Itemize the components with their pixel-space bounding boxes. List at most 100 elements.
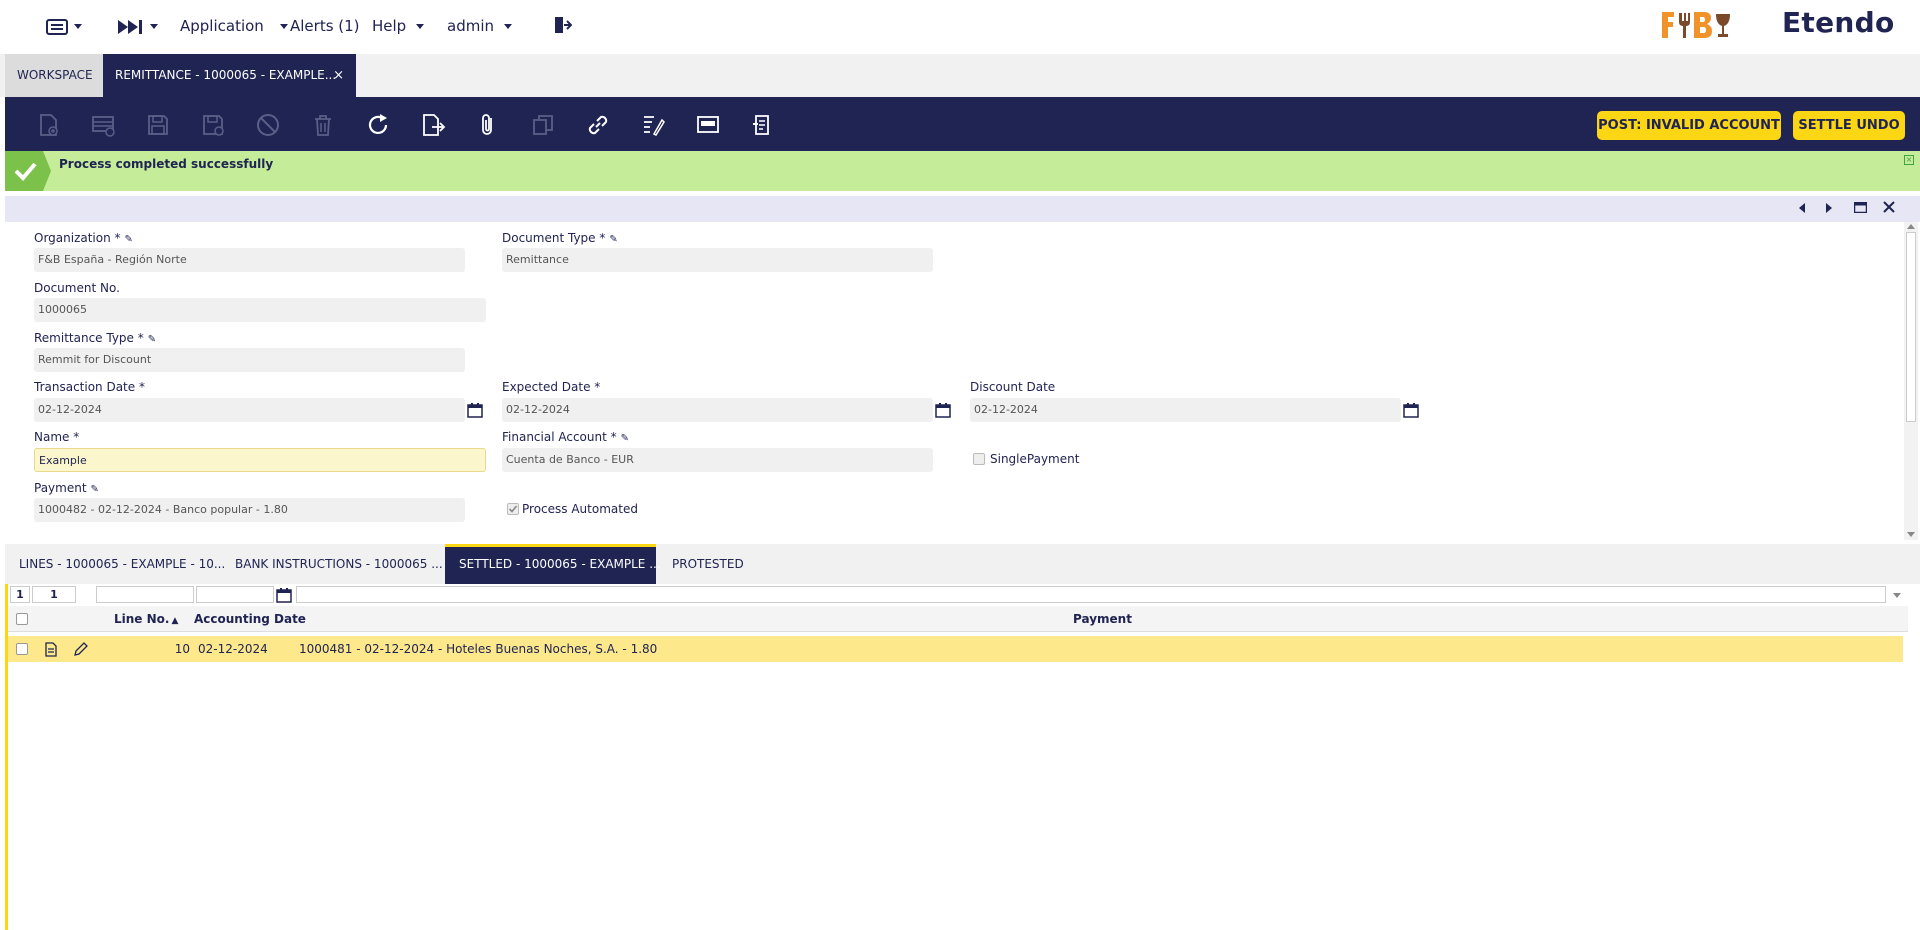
user-menu[interactable]: admin bbox=[447, 17, 512, 35]
maximize-form-button[interactable] bbox=[1852, 201, 1868, 217]
table-row[interactable]: 10 02-12-2024 1000481 - 02-12-2024 - Hot… bbox=[8, 636, 1903, 662]
save-close-button[interactable] bbox=[200, 112, 226, 138]
export-button[interactable] bbox=[420, 112, 446, 138]
process-automated-checkbox[interactable] bbox=[507, 503, 519, 515]
document-type-label: Document Type * ✎ bbox=[502, 231, 618, 245]
document-no-label: Document No. bbox=[34, 281, 120, 295]
new-document-icon bbox=[40, 114, 58, 136]
delete-button[interactable] bbox=[310, 112, 336, 138]
chevron-down-icon bbox=[416, 24, 425, 29]
application-menu[interactable]: Application bbox=[180, 17, 288, 35]
edit-link-icon[interactable]: ✎ bbox=[148, 334, 156, 345]
payment-field[interactable]: 1000482 - 02-12-2024 - Banco popular - 1… bbox=[34, 498, 465, 522]
quick-launch-button[interactable] bbox=[116, 17, 158, 35]
help-menu[interactable]: Help bbox=[372, 17, 425, 35]
alerts-link[interactable]: Alerts (1) bbox=[290, 17, 360, 35]
save-button[interactable] bbox=[145, 112, 171, 138]
refresh-icon bbox=[368, 114, 388, 134]
edit-link-icon[interactable]: ✎ bbox=[621, 433, 629, 444]
remittance-type-field[interactable]: Remmit for Discount bbox=[34, 348, 465, 372]
filter-row: 1 1 bbox=[8, 584, 1920, 604]
accounting-date-filter-input[interactable] bbox=[196, 586, 274, 603]
next-record-button[interactable] bbox=[1821, 201, 1837, 217]
edit-link-icon[interactable]: ✎ bbox=[91, 484, 99, 495]
fast-forward-icon bbox=[118, 19, 142, 34]
row-checkbox[interactable] bbox=[16, 643, 28, 655]
tab-settled[interactable]: SETTLED - 1000065 - EXAMPLE ... bbox=[445, 544, 661, 584]
calendar-icon[interactable] bbox=[467, 402, 483, 418]
subtab-bar: LINES - 1000065 - EXAMPLE - 10... BANK I… bbox=[5, 544, 1920, 584]
financial-account-field[interactable]: Cuenta de Banco - EUR bbox=[502, 448, 933, 472]
print-record-button[interactable] bbox=[750, 112, 776, 138]
edit-icon[interactable] bbox=[73, 642, 88, 657]
new-document-button[interactable] bbox=[35, 112, 61, 138]
clone-button[interactable] bbox=[530, 112, 556, 138]
chevron-down-icon bbox=[504, 24, 512, 29]
settle-undo-button[interactable]: SETTLE UNDO bbox=[1793, 111, 1905, 140]
cancel-icon bbox=[257, 114, 279, 136]
close-message-button[interactable]: × bbox=[1904, 155, 1914, 165]
paperclip-icon bbox=[482, 114, 492, 135]
organization-field[interactable]: F&B España - Región Norte bbox=[34, 248, 465, 272]
chevron-down-icon[interactable] bbox=[1893, 593, 1901, 598]
scroll-up-icon[interactable] bbox=[1907, 224, 1915, 229]
close-tab-button[interactable]: × bbox=[333, 54, 344, 97]
document-type-field[interactable]: Remittance bbox=[502, 248, 933, 272]
calendar-icon[interactable] bbox=[1403, 402, 1419, 418]
cell-line-no: 10 bbox=[174, 642, 190, 656]
logout-icon bbox=[555, 17, 573, 33]
checkmark-icon bbox=[508, 505, 518, 513]
toolbar: POST: INVALID ACCOUNT SETTLE UNDO bbox=[5, 97, 1920, 151]
edit-link-icon[interactable]: ✎ bbox=[125, 234, 133, 245]
save-icon bbox=[148, 115, 168, 135]
save-close-icon bbox=[203, 115, 224, 136]
refresh-button[interactable] bbox=[365, 112, 391, 138]
edit-link-icon[interactable]: ✎ bbox=[609, 234, 617, 245]
attachment-button[interactable] bbox=[475, 112, 501, 138]
undo-button[interactable] bbox=[255, 112, 281, 138]
etendo-logo: Etendo bbox=[1782, 6, 1895, 39]
tab-protested[interactable]: PROTESTED bbox=[658, 544, 758, 584]
payment-filter-input[interactable] bbox=[296, 586, 1886, 603]
open-form-icon[interactable] bbox=[44, 642, 58, 657]
post-invalid-account-button[interactable]: POST: INVALID ACCOUNT bbox=[1597, 111, 1781, 140]
audit-button[interactable] bbox=[640, 112, 666, 138]
audit-icon bbox=[644, 116, 665, 136]
calendar-icon[interactable] bbox=[935, 402, 951, 418]
discount-date-field[interactable]: 02-12-2024 bbox=[970, 398, 1401, 422]
tab-remittance[interactable]: REMITTANCE - 1000065 - EXAMPLE... × bbox=[103, 54, 356, 97]
column-header-line-no[interactable]: Line No. ▲ bbox=[114, 606, 178, 632]
record-count: 1 bbox=[32, 586, 76, 603]
remittance-form: Organization * ✎ F&B España - Región Nort… bbox=[5, 222, 1903, 540]
toggle-view-button[interactable] bbox=[695, 112, 721, 138]
tab-bank-instructions[interactable]: BANK INSTRUCTIONS - 1000065 ... bbox=[221, 544, 443, 584]
calendar-icon[interactable] bbox=[276, 587, 292, 603]
workspace-menu-button[interactable] bbox=[46, 17, 82, 36]
close-form-button[interactable] bbox=[1881, 201, 1897, 217]
column-header-accounting-date[interactable]: Accounting Date bbox=[194, 606, 306, 632]
document-no-field[interactable]: 1000065 bbox=[34, 298, 486, 322]
triangle-left-icon bbox=[1799, 203, 1805, 213]
scroll-down-icon[interactable] bbox=[1907, 532, 1915, 537]
message-text: Process completed successfully bbox=[59, 157, 274, 171]
column-header-payment[interactable]: Payment bbox=[1073, 606, 1132, 632]
expected-date-field[interactable]: 02-12-2024 bbox=[502, 398, 933, 422]
transaction-date-field[interactable]: 02-12-2024 bbox=[34, 398, 465, 422]
link-icon bbox=[588, 115, 608, 135]
sort-ascending-icon: ▲ bbox=[171, 616, 179, 626]
tab-workspace[interactable]: WORKSPACE bbox=[5, 54, 103, 97]
tab-lines[interactable]: LINES - 1000065 - EXAMPLE - 10... bbox=[5, 544, 225, 584]
remittance-type-label: Remittance Type * ✎ bbox=[34, 331, 157, 345]
single-payment-checkbox[interactable] bbox=[973, 453, 985, 465]
transaction-date-label: Transaction Date * bbox=[34, 380, 145, 394]
line-no-filter-input[interactable] bbox=[96, 586, 194, 603]
name-input[interactable]: Example bbox=[34, 448, 486, 472]
form-scrollbar[interactable] bbox=[1904, 222, 1918, 540]
close-icon bbox=[1883, 201, 1895, 213]
link-button[interactable] bbox=[585, 112, 611, 138]
previous-record-button[interactable] bbox=[1794, 201, 1810, 217]
scrollbar-thumb[interactable] bbox=[1906, 232, 1916, 422]
logout-button[interactable] bbox=[552, 15, 573, 39]
new-row-button[interactable] bbox=[90, 112, 116, 138]
select-all-checkbox[interactable] bbox=[16, 613, 28, 625]
